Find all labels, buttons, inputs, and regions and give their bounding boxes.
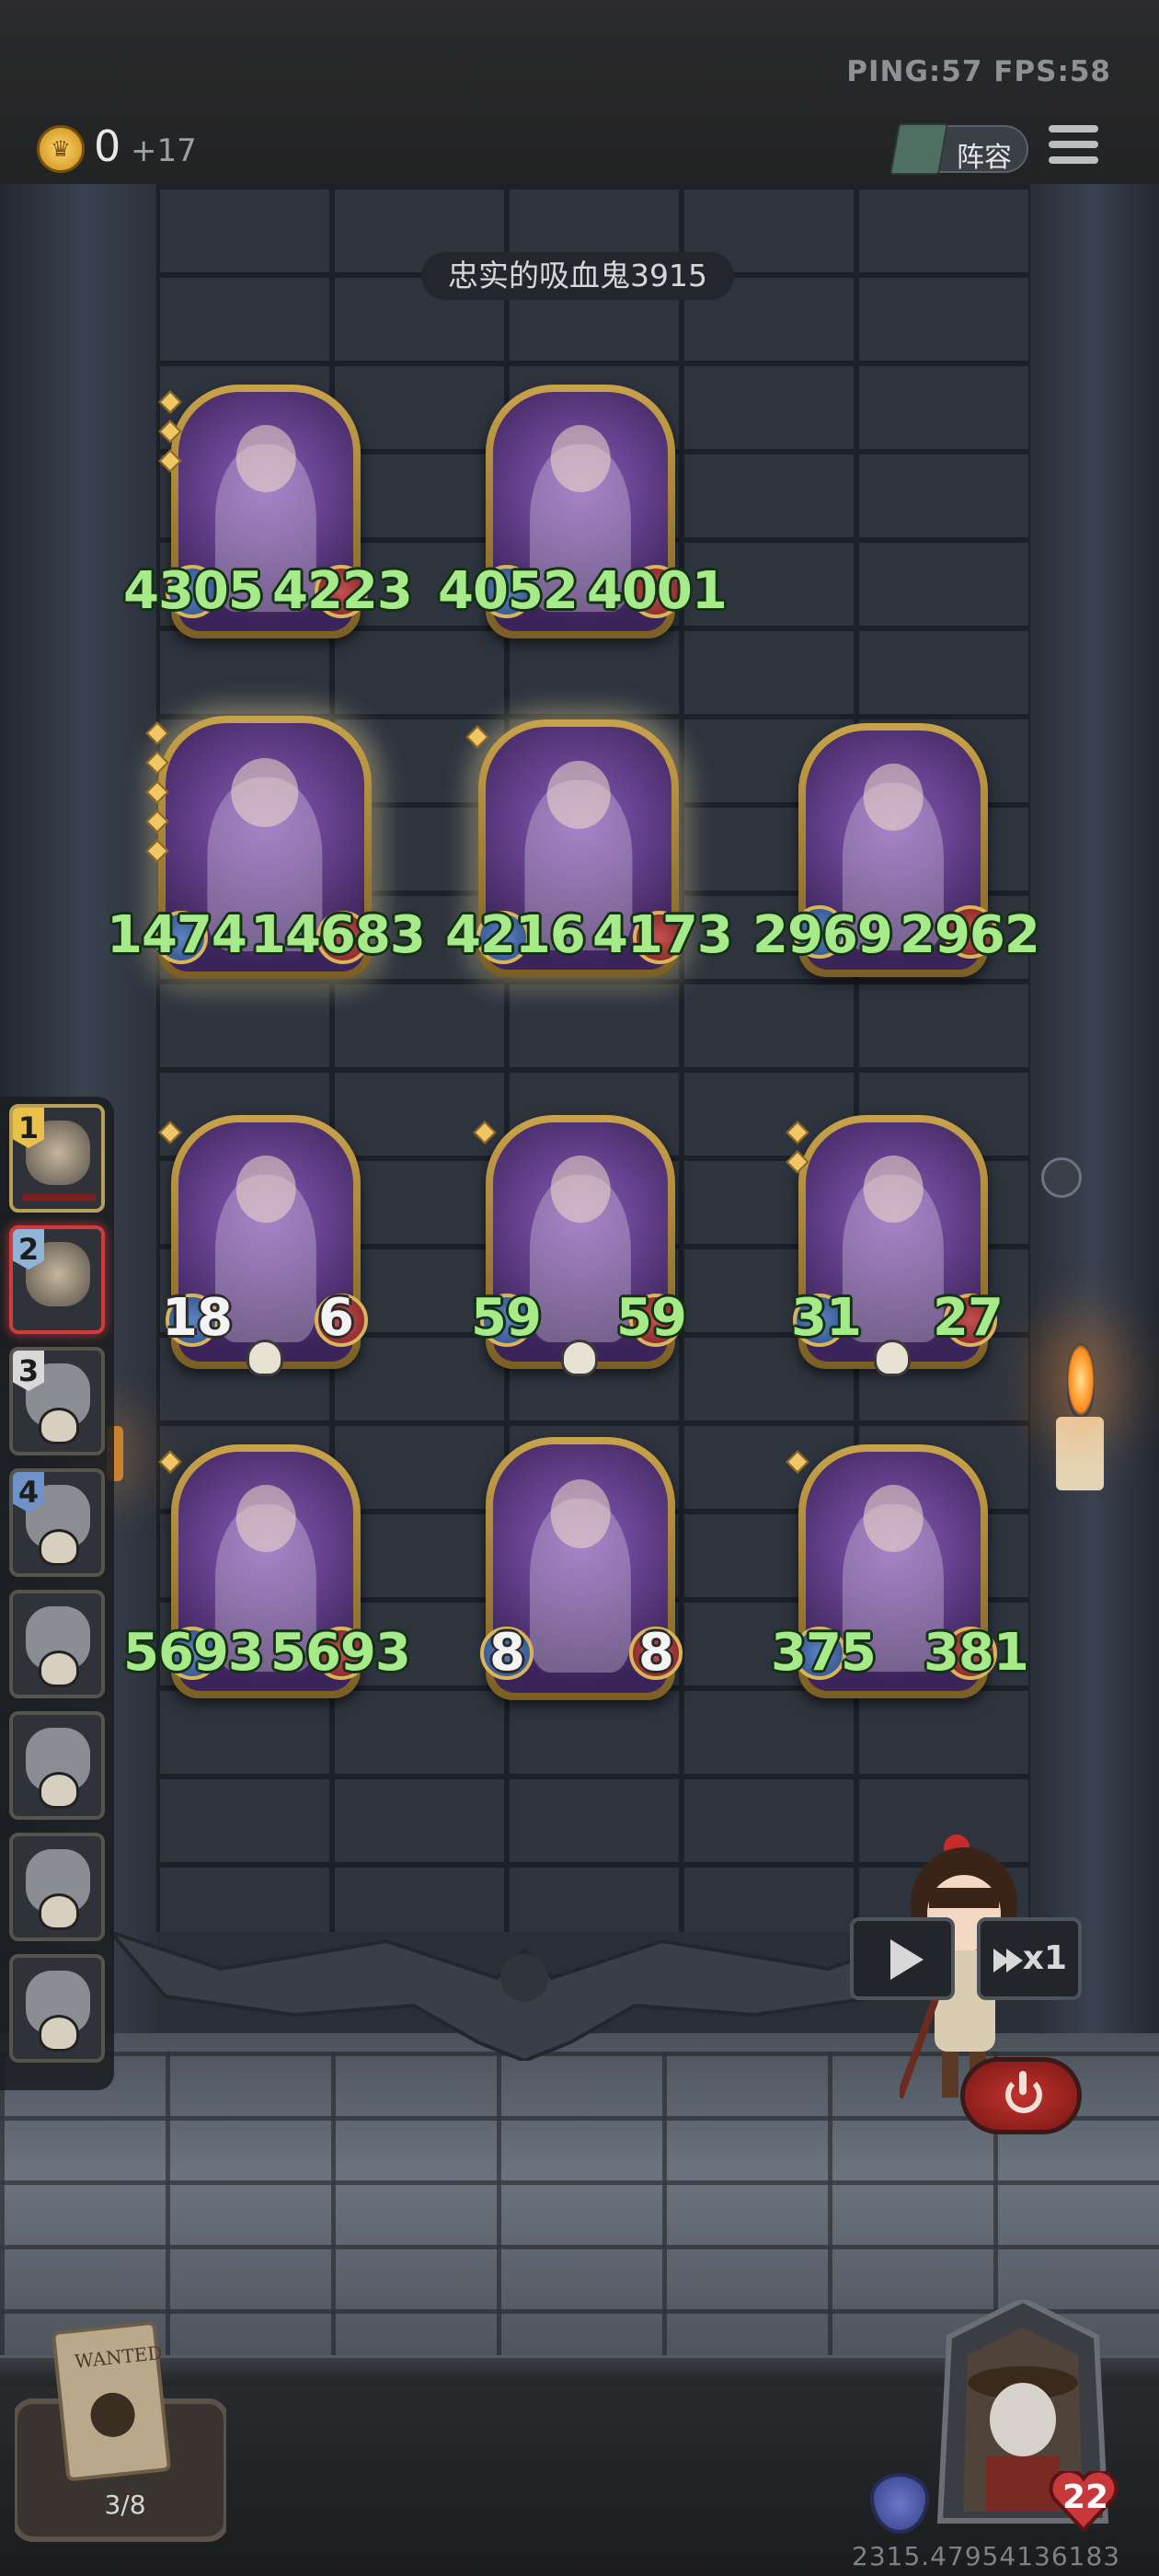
unit-health: 2962 (900, 905, 1040, 965)
lineup-button[interactable]: 阵容 (889, 123, 1028, 175)
play-icon (890, 1939, 924, 1980)
star-rank (465, 725, 489, 758)
unit-health: 4001 (587, 561, 728, 621)
skull-icon (39, 1650, 79, 1687)
roster-slot-6[interactable] (9, 1711, 105, 1820)
skull-icon (39, 1408, 79, 1444)
skull-icon (874, 1340, 911, 1376)
unit-attack: 8 (489, 1623, 525, 1683)
roster-slot-3[interactable]: 3 (9, 1347, 105, 1455)
candle-flame-icon (1067, 1343, 1095, 1417)
player-roster: 1 2 3 4 (0, 1097, 114, 2090)
unit-attack: 18 (162, 1288, 233, 1348)
unit-attack: 4305 (123, 561, 264, 621)
star-rank (158, 1121, 182, 1154)
gold-amount: 0 (94, 121, 121, 171)
candle (1056, 1417, 1104, 1490)
health-bar (22, 1194, 96, 1202)
debug-coordinates: 2315.47954136183 (852, 2541, 1121, 2571)
top-bar: PING:57 FPS:58 ♛ 0 +17 阵容 (0, 0, 1159, 188)
unit-attack: 31 (791, 1288, 862, 1348)
menu-icon[interactable] (1049, 125, 1098, 171)
unit-health: 6 (318, 1288, 354, 1348)
unit-health: 14683 (250, 905, 426, 965)
unit-health: 4223 (272, 561, 413, 621)
roster-slot-5[interactable] (9, 1590, 105, 1698)
wall-ornament (1041, 1157, 1082, 1198)
roster-slot-7[interactable] (9, 1833, 105, 1941)
skull-icon (39, 1529, 79, 1566)
star-rank (786, 1121, 809, 1183)
gold-coin-icon: ♛ (37, 125, 85, 173)
play-button[interactable] (850, 1917, 955, 2000)
unit-attack: 4052 (438, 561, 579, 621)
unit-health: 5693 (270, 1623, 411, 1683)
skull-icon (39, 1772, 79, 1809)
unit-health: 8 (638, 1623, 674, 1683)
speed-label: x1 (1022, 1939, 1067, 1977)
wanted-count: 3/8 (104, 2490, 146, 2520)
unit-health: 4173 (592, 905, 733, 965)
unit-health: 27 (933, 1288, 1004, 1348)
lineup-label: 阵容 (957, 142, 1012, 174)
skull-icon (39, 1893, 79, 1930)
unit-attack: 375 (771, 1623, 877, 1683)
roster-slot-4[interactable]: 4 (9, 1468, 105, 1577)
roster-slot-8[interactable] (9, 1954, 105, 2063)
roster-slot-1[interactable]: 1 (9, 1104, 105, 1213)
unit-health: 381 (924, 1623, 1029, 1683)
gold-income: +17 (131, 132, 197, 169)
star-rank (145, 721, 169, 872)
right-pillar (1039, 184, 1159, 2079)
hero-health: 22 (1061, 2478, 1109, 2516)
unit-attack: 1474 (107, 905, 247, 965)
ping-fps-readout: PING:57 FPS:58 (846, 55, 1111, 88)
star-rank (158, 1450, 182, 1483)
star-rank (786, 1450, 809, 1483)
star-rank (473, 1121, 497, 1154)
unit-attack: 4216 (445, 905, 586, 965)
skull-icon (561, 1340, 598, 1376)
unit-health: 59 (616, 1288, 687, 1348)
unit-attack: 59 (471, 1288, 542, 1348)
unit-attack: 5693 (123, 1623, 264, 1683)
skull-icon (247, 1340, 283, 1376)
book-icon (889, 123, 948, 175)
bat-emblem-icon (110, 1929, 938, 2061)
opponent-name: 忠实的吸血鬼3915 (421, 252, 734, 300)
unit-attack: 2969 (752, 905, 893, 965)
surrender-button[interactable] (960, 2057, 1082, 2134)
roster-slot-2[interactable]: 2 (9, 1225, 105, 1334)
speed-button[interactable]: x1 (977, 1917, 1082, 2000)
skull-icon (39, 2015, 79, 2052)
star-rank (158, 390, 182, 482)
